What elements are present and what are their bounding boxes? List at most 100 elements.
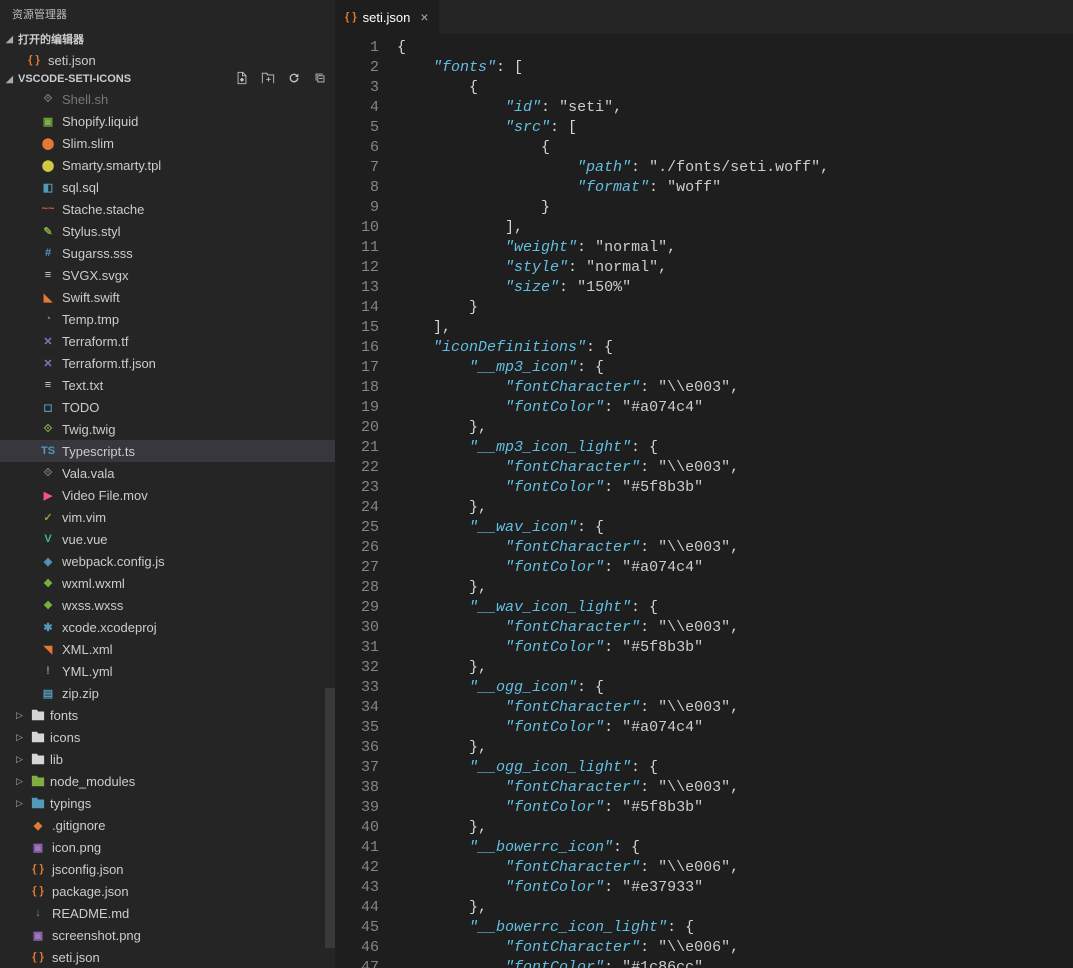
code-line: "fontColor": "#a074c4"	[397, 558, 1073, 578]
code-line: "src": [	[397, 118, 1073, 138]
scrollbar-thumb[interactable]	[325, 688, 335, 948]
file-item[interactable]: ✱xcode.xcodeproj	[0, 616, 335, 638]
code-line: "fontColor": "#e37933"	[397, 878, 1073, 898]
file-label: Temp.tmp	[62, 312, 119, 327]
file-label: Shell.sh	[62, 92, 108, 107]
code-line: },	[397, 498, 1073, 518]
code-line: ],	[397, 318, 1073, 338]
code-content[interactable]: { "fonts": [ { "id": "seti", "src": [ { …	[397, 34, 1073, 968]
file-item[interactable]: ◔Temp.tmp	[0, 308, 335, 330]
code-line: "id": "seti",	[397, 98, 1073, 118]
line-number: 3	[343, 78, 379, 98]
file-item[interactable]: ≡SVGX.svgx	[0, 264, 335, 286]
code-line: "fontCharacter": "\\e006",	[397, 858, 1073, 878]
file-item[interactable]: ~~Stache.stache	[0, 198, 335, 220]
line-number: 37	[343, 758, 379, 778]
file-item[interactable]: TSTypescript.ts	[0, 440, 335, 462]
collapse-all-icon[interactable]	[313, 71, 327, 88]
file-label: TODO	[62, 400, 99, 415]
code-line: "__bowerrc_icon": {	[397, 838, 1073, 858]
code-line: },	[397, 898, 1073, 918]
chevron-right-icon: ▷	[16, 754, 26, 765]
folder-item[interactable]: ▷lib	[0, 748, 335, 770]
file-item[interactable]: ◣Swift.swift	[0, 286, 335, 308]
code-editor[interactable]: 1234567891011121314151617181920212223242…	[335, 34, 1073, 968]
file-item[interactable]: ✕Terraform.tf.json	[0, 352, 335, 374]
file-label: jsconfig.json	[52, 862, 124, 877]
line-number: 11	[343, 238, 379, 258]
file-item[interactable]: ▶Video File.mov	[0, 484, 335, 506]
file-item[interactable]: #Sugarss.sss	[0, 242, 335, 264]
code-line: "fontCharacter": "\\e003",	[397, 458, 1073, 478]
file-item[interactable]: Vvue.vue	[0, 528, 335, 550]
new-file-icon[interactable]	[235, 71, 249, 88]
file-item[interactable]: ◈ webpack.config.js	[0, 550, 335, 572]
line-number: 25	[343, 518, 379, 538]
folder-item[interactable]: ▷typings	[0, 792, 335, 814]
folder-item[interactable]: ▷fonts	[0, 704, 335, 726]
close-icon[interactable]: ×	[416, 9, 428, 25]
folder-icon	[30, 795, 46, 811]
workspace-header[interactable]: ◢ VSCODE-SETI-ICONS	[0, 70, 335, 88]
file-icon: ✕	[40, 355, 56, 371]
folder-item[interactable]: ▷node_modules	[0, 770, 335, 792]
code-line: }	[397, 298, 1073, 318]
file-item[interactable]: ⟐Vala.vala	[0, 462, 335, 484]
code-line: {	[397, 138, 1073, 158]
file-item[interactable]: ▣screenshot.png	[0, 924, 335, 946]
file-label: seti.json	[52, 950, 100, 965]
file-item[interactable]: ▣icon.png	[0, 836, 335, 858]
file-item[interactable]: ✓vim.vim	[0, 506, 335, 528]
file-item[interactable]: { }seti.json	[0, 946, 335, 968]
file-label: XML.xml	[62, 642, 113, 657]
file-tree[interactable]: ⟐ Shell.sh ▣Shopify.liquid⬤Slim.slim⬤Smart…	[0, 88, 335, 968]
code-line: "fontColor": "#a074c4"	[397, 398, 1073, 418]
refresh-icon[interactable]	[287, 71, 301, 88]
file-item[interactable]: ▣Shopify.liquid	[0, 110, 335, 132]
file-item[interactable]: ⬤Slim.slim	[0, 132, 335, 154]
code-line: },	[397, 658, 1073, 678]
file-item[interactable]: ❖wxml.wxml	[0, 572, 335, 594]
file-item[interactable]: ◻ TODO	[0, 396, 335, 418]
file-item[interactable]: ✕Terraform.tf	[0, 330, 335, 352]
file-label: Vala.vala	[62, 466, 115, 481]
file-item[interactable]: ▤zip.zip	[0, 682, 335, 704]
open-editor-name: seti.json	[48, 53, 96, 68]
file-icon: ≡	[40, 377, 56, 393]
file-icon: ⟐	[40, 91, 56, 107]
folder-item[interactable]: ▷icons	[0, 726, 335, 748]
file-label: screenshot.png	[52, 928, 141, 943]
file-item[interactable]: { }package.json	[0, 880, 335, 902]
file-item[interactable]: ⟐ Shell.sh	[0, 88, 335, 110]
file-item[interactable]: ↓README.md	[0, 902, 335, 924]
file-item[interactable]: ≡Text.txt	[0, 374, 335, 396]
file-icon: #	[40, 245, 56, 261]
line-number: 31	[343, 638, 379, 658]
file-label: wxss.wxss	[62, 598, 123, 613]
file-icon: TS	[40, 443, 56, 459]
file-item[interactable]: ◆.gitignore	[0, 814, 335, 836]
open-editors-header[interactable]: ◢ 打开的编辑器	[0, 28, 335, 50]
file-item[interactable]: !YML.yml	[0, 660, 335, 682]
file-item[interactable]: ◧sql.sql	[0, 176, 335, 198]
file-icon: ◧	[40, 179, 56, 195]
file-item[interactable]: ❖wxss.wxss	[0, 594, 335, 616]
file-item[interactable]: ⬤Smarty.smarty.tpl	[0, 154, 335, 176]
file-item[interactable]: ◥XML.xml	[0, 638, 335, 660]
file-label: webpack.config.js	[62, 554, 165, 569]
folder-icon	[30, 729, 46, 745]
file-icon: ◻	[40, 399, 56, 415]
file-item[interactable]: ✎Stylus.styl	[0, 220, 335, 242]
file-label: xcode.xcodeproj	[62, 620, 157, 635]
line-number: 4	[343, 98, 379, 118]
file-icon: ◈	[40, 553, 56, 569]
file-icon: ⬤	[40, 135, 56, 151]
open-editor-item[interactable]: { } seti.json	[0, 50, 335, 70]
line-number: 35	[343, 718, 379, 738]
file-icon: ~~	[40, 201, 56, 217]
code-line: "__mp3_icon_light": {	[397, 438, 1073, 458]
file-item[interactable]: ⟐Twig.twig	[0, 418, 335, 440]
tab-seti-json[interactable]: { } seti.json ×	[335, 0, 439, 34]
new-folder-icon[interactable]	[261, 71, 275, 88]
file-item[interactable]: { }jsconfig.json	[0, 858, 335, 880]
